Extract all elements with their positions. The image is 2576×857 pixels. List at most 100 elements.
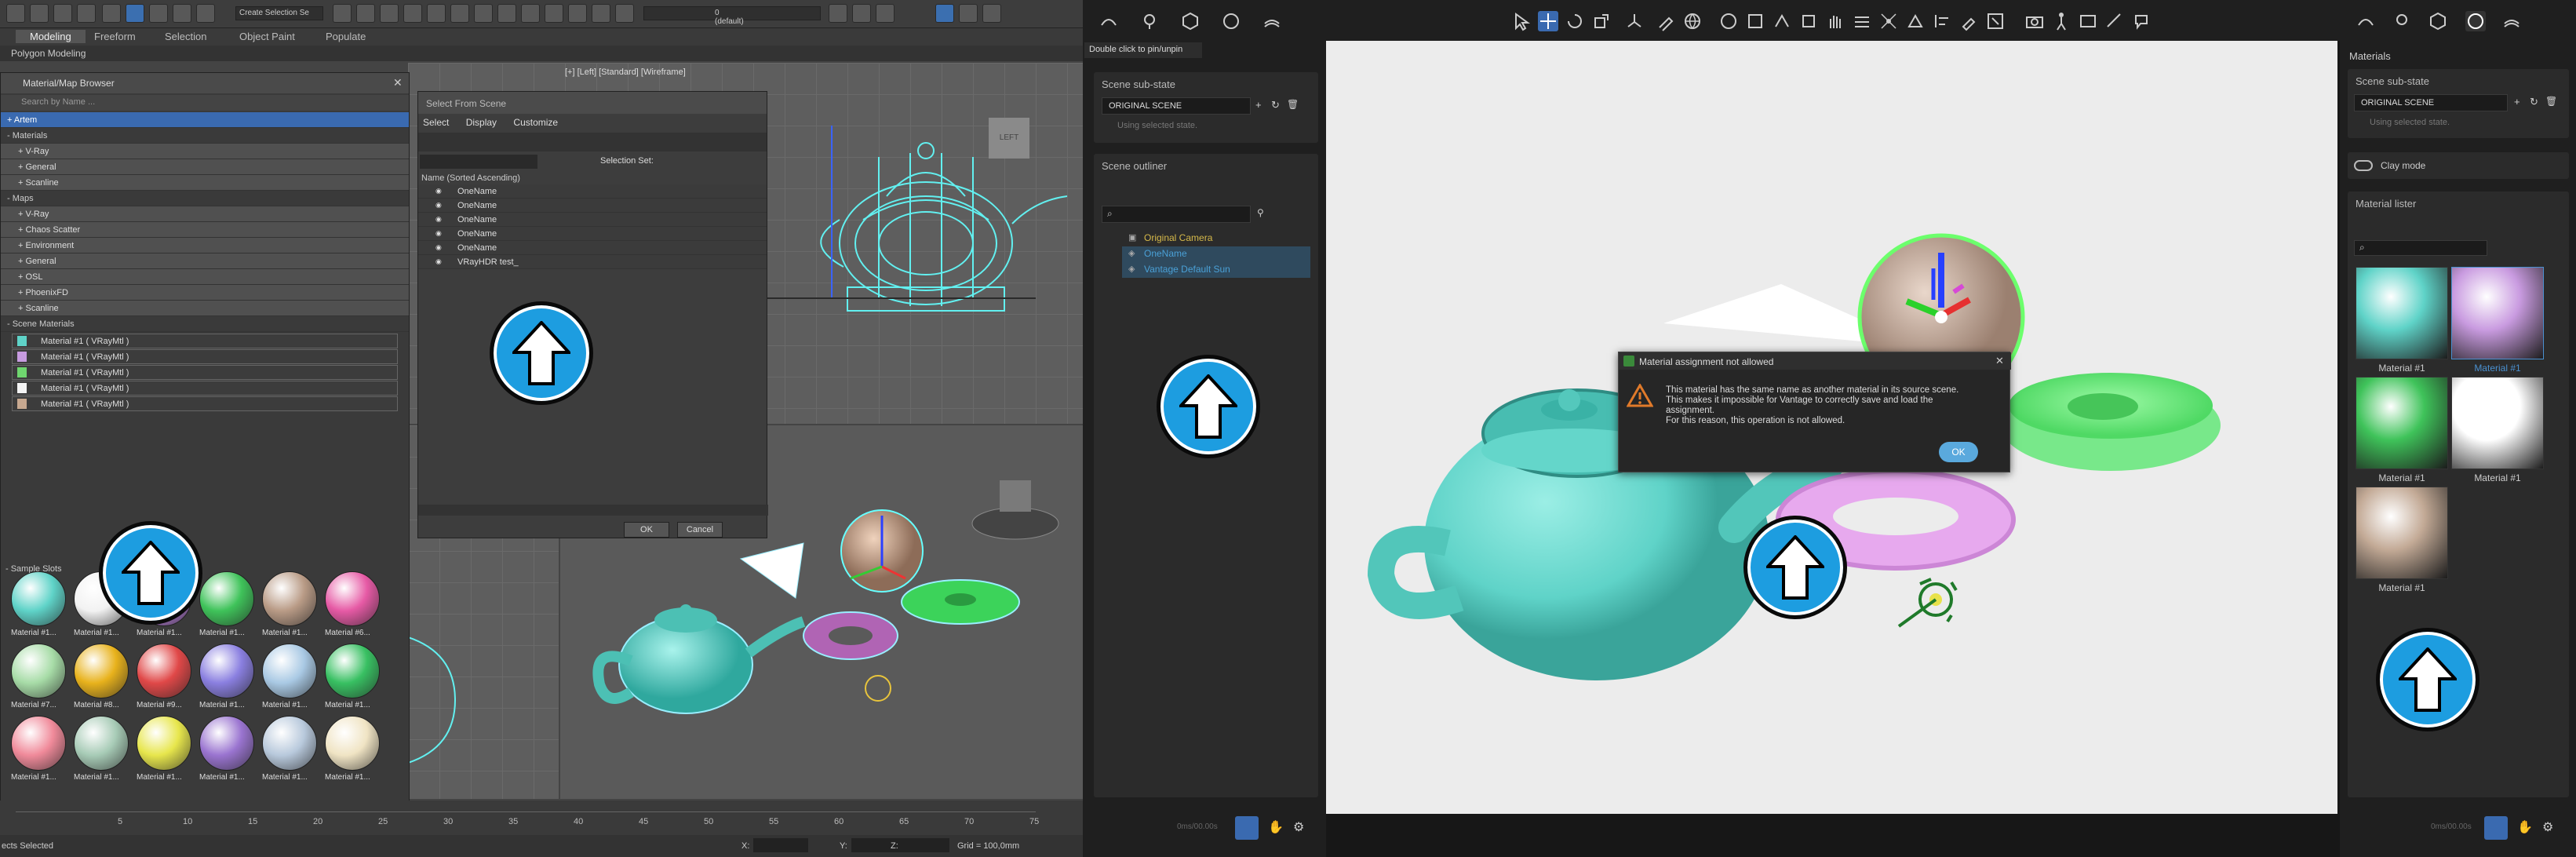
material-tree-item[interactable]: + General [1, 253, 409, 269]
align-icon[interactable] [356, 4, 375, 23]
settings-icon[interactable]: ⚙ [1293, 819, 1304, 835]
material-tree-item[interactable]: + Scanline [1, 301, 409, 316]
horizontal-scrollbar[interactable] [418, 505, 768, 516]
material-tree-item[interactable]: + Chaos Scatter [1, 222, 409, 238]
sample-slot[interactable]: Material #1... [325, 644, 381, 716]
visibility-eye-icon[interactable]: ◉ [435, 257, 442, 266]
mirror-icon[interactable] [333, 4, 352, 23]
scene-object-row[interactable]: ◉ OneName [418, 184, 767, 199]
create-selection-set-dropdown[interactable]: Create Selection Se [235, 6, 323, 20]
material-tree-item[interactable]: + Scanline [1, 175, 409, 191]
material-editor-icon[interactable] [497, 4, 516, 23]
hand-tool-icon[interactable] [1825, 11, 1845, 31]
hand-icon[interactable]: ✋ [2517, 819, 2533, 835]
live-link-button[interactable] [2484, 816, 2508, 840]
scene-object-row[interactable]: ◉ VRayHDR test_ [418, 255, 767, 269]
align-objects-icon[interactable] [1932, 11, 1952, 31]
link-icon[interactable] [53, 4, 72, 23]
scene-material-item[interactable]: Material #1 ( VRayMtl ) [12, 365, 398, 380]
tab-selection[interactable]: Selection [165, 31, 206, 42]
pick-material-icon[interactable] [1656, 11, 1676, 31]
material-tree-item[interactable]: - Maps [1, 191, 409, 206]
material-sphere-icon[interactable] [1221, 11, 1241, 31]
find-input[interactable] [420, 155, 537, 169]
vray-bench-icon[interactable] [982, 4, 1001, 23]
sample-slot[interactable]: Material #8... [74, 644, 130, 716]
scatter-icon[interactable] [1772, 11, 1792, 31]
filter-icon[interactable]: ⚲ [1257, 207, 1264, 218]
scale-icon[interactable] [196, 4, 215, 23]
filter-toolbar[interactable] [418, 133, 767, 151]
distribute-icon[interactable] [1852, 11, 1872, 31]
scene-material-item[interactable]: Material #1 ( VRayMtl ) [12, 349, 398, 364]
menu-customize[interactable]: Customize [513, 117, 558, 128]
material-tile[interactable] [2451, 267, 2544, 359]
menu-display[interactable]: Display [466, 117, 497, 128]
curve-editor-icon[interactable] [450, 4, 469, 23]
material-sphere-icon[interactable] [2465, 11, 2486, 31]
layer-props-icon[interactable] [852, 4, 871, 23]
walk-mode-icon[interactable] [2051, 11, 2071, 31]
menu-select[interactable]: Select [423, 117, 449, 128]
x-field[interactable] [753, 838, 808, 852]
light-icon[interactable] [1139, 11, 1160, 31]
sample-slot[interactable]: Material #1... [199, 571, 256, 644]
cancel-button[interactable]: Cancel [677, 522, 723, 538]
material-tile[interactable] [2356, 487, 2448, 579]
scene-object-row[interactable]: ◉ OneName [418, 199, 767, 213]
unlink-icon[interactable] [77, 4, 96, 23]
scene-explorer-icon[interactable] [403, 4, 422, 23]
scene-object-row[interactable]: ◉ OneName [418, 213, 767, 227]
object-properties-icon[interactable] [1745, 11, 1765, 31]
ribbon-icon[interactable] [427, 4, 446, 23]
rotate-icon[interactable] [173, 4, 191, 23]
material-tree-item[interactable]: + PhoenixFD [1, 285, 409, 301]
z-field[interactable] [902, 838, 949, 852]
vray-cloud-icon[interactable] [959, 4, 978, 23]
scene-object-row[interactable]: ◉ OneName [418, 227, 767, 241]
material-tree-item[interactable]: + Environment [1, 238, 409, 253]
select-object-icon[interactable] [102, 4, 121, 23]
delete-icon[interactable]: 🗑 [1287, 99, 1299, 110]
close-icon[interactable]: ✕ [393, 76, 403, 89]
sample-slot[interactable]: Material #1... [199, 716, 256, 788]
live-link-button[interactable] [1235, 816, 1259, 840]
scene-state-dropdown[interactable]: ORIGINAL SCENE [2354, 94, 2508, 111]
add-light-icon[interactable] [1798, 11, 1819, 31]
render-icon[interactable] [568, 4, 587, 23]
environment-icon[interactable] [2501, 11, 2522, 31]
close-icon[interactable]: ✕ [1995, 355, 2004, 367]
material-tree-item[interactable]: + OSL [1, 269, 409, 285]
render-setup-icon[interactable] [521, 4, 540, 23]
sample-slot[interactable]: Material #1... [262, 716, 319, 788]
pivot-icon[interactable] [1624, 11, 1645, 31]
sample-slot[interactable]: Material #9... [137, 644, 193, 716]
sample-slot[interactable]: Material #1... [11, 571, 67, 644]
add-state-icon[interactable]: + [1255, 99, 1262, 111]
material-tree-item[interactable]: - Scene Materials [1, 316, 409, 332]
visibility-eye-icon[interactable]: ◉ [435, 215, 442, 224]
vray-icon[interactable] [592, 4, 610, 23]
material-tree-item[interactable]: - Materials [1, 128, 409, 144]
outliner-toolbar[interactable] [1102, 184, 1227, 199]
place-icon[interactable] [1905, 11, 1926, 31]
move-icon[interactable] [149, 4, 168, 23]
scene-material-item[interactable]: Material #1 ( VRayMtl ) [12, 396, 398, 411]
tab-modeling[interactable]: Modeling [16, 30, 86, 43]
visibility-eye-icon[interactable]: ◉ [435, 243, 442, 252]
scene-substate-title[interactable]: Scene sub-state [1094, 72, 1318, 97]
outliner-row[interactable]: ◈ OneName [1122, 246, 1310, 262]
scene-object-row[interactable]: ◉ OneName [418, 241, 767, 255]
sample-slot[interactable]: Material #1... [325, 716, 381, 788]
collection-icon[interactable] [1985, 11, 2006, 31]
render-settings-icon[interactable] [1099, 11, 1119, 31]
material-tree-item[interactable]: + Artem [1, 112, 409, 128]
measure-icon[interactable] [2104, 11, 2125, 31]
outliner-search-input[interactable]: ⌕ [1102, 206, 1251, 223]
globe-icon[interactable] [1682, 11, 1703, 31]
refresh-icon[interactable]: ↻ [2530, 96, 2538, 108]
sample-slot[interactable]: Material #1... [137, 716, 193, 788]
cube-icon[interactable] [2428, 11, 2448, 31]
ok-button[interactable]: OK [624, 522, 669, 538]
tab-populate[interactable]: Populate [326, 31, 366, 42]
